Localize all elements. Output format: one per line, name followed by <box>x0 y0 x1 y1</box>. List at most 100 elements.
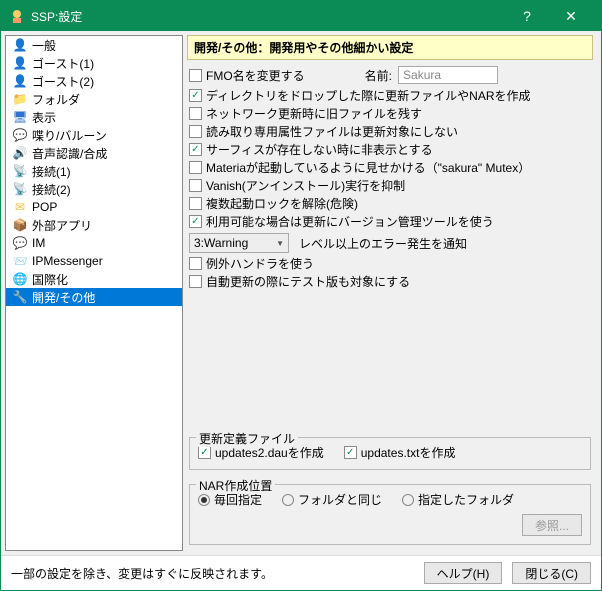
sidebar-item-4[interactable]: 🖥表示 <box>6 108 182 126</box>
sidebar-icon: 💬 <box>12 235 28 251</box>
sidebar-icon: 👤 <box>12 55 28 71</box>
select-value: 3:Warning <box>194 236 248 250</box>
checkbox[interactable] <box>189 257 202 270</box>
sidebar-label: ゴースト(2) <box>32 73 94 90</box>
sidebar-label: IM <box>32 236 45 250</box>
fmo-row: FMO名を変更する 名前: Sakura <box>189 66 591 84</box>
fmo-check-label: FMO名を変更する <box>206 67 305 84</box>
check-label: 自動更新の際にテスト版も対象にする <box>206 273 410 290</box>
sidebar-item-2[interactable]: 👤ゴースト(2) <box>6 72 182 90</box>
browse-button[interactable]: 参照... <box>522 514 582 536</box>
checkbox[interactable] <box>189 275 202 288</box>
sidebar-icon: 🌐 <box>12 271 28 287</box>
sidebar-item-5[interactable]: 💬喋り/バルーン <box>6 126 182 144</box>
sidebar-icon: 🔧 <box>12 289 28 305</box>
checkbox[interactable] <box>189 161 202 174</box>
sidebar-item-3[interactable]: 📁フォルダ <box>6 90 182 108</box>
fmo-name-label: 名前: <box>365 67 392 84</box>
sidebar-icon: 📨 <box>12 253 28 269</box>
update-legend: 更新定義ファイル <box>196 430 298 447</box>
bottom-note: 一部の設定を除き、変更はすぐに反映されます。 <box>11 565 424 582</box>
sidebar-item-13[interactable]: 🌐国際化 <box>6 270 182 288</box>
sidebar-item-7[interactable]: 📡接続(1) <box>6 162 182 180</box>
sidebar-icon: 📡 <box>12 181 28 197</box>
sidebar-label: フォルダ <box>32 91 80 108</box>
update-check: updates.txtを作成 <box>344 444 456 461</box>
checkbox[interactable] <box>189 143 202 156</box>
nar-fieldset: NAR作成位置 毎回指定フォルダと同じ指定したフォルダ 参照... <box>189 484 591 545</box>
sidebar-label: 接続(1) <box>32 163 71 180</box>
sidebar-label: IPMessenger <box>32 254 103 268</box>
error-level-select[interactable]: 3:Warning ▼ <box>189 233 289 253</box>
check-row: ネットワーク更新時に旧ファイルを残す <box>189 104 591 122</box>
sidebar-item-6[interactable]: 🔊音声認識/合成 <box>6 144 182 162</box>
radio[interactable] <box>198 494 210 506</box>
check-label: ネットワーク更新時に旧ファイルを残す <box>206 105 422 122</box>
sidebar-item-12[interactable]: 📨 IPMessenger <box>6 252 182 270</box>
sidebar-icon: ✉ <box>12 199 28 215</box>
settings-window: SSP:設定 ? ✕ 👤一般👤ゴースト(1)👤ゴースト(2)📁フォルダ🖥表示💬喋… <box>0 0 602 591</box>
checkbox[interactable] <box>189 89 202 102</box>
sidebar-label: 国際化 <box>32 271 68 288</box>
check-row: 例外ハンドラを使う <box>189 254 591 272</box>
check-row: 読み取り専用属性ファイルは更新対象にしない <box>189 122 591 140</box>
checkbox[interactable] <box>344 446 357 459</box>
sidebar-item-0[interactable]: 👤一般 <box>6 36 182 54</box>
checkbox[interactable] <box>198 446 211 459</box>
sidebar-label: 喋り/バルーン <box>32 127 107 144</box>
window-title: SSP:設定 <box>31 8 505 25</box>
check-label: updates.txtを作成 <box>361 444 456 461</box>
sidebar-label: ゴースト(1) <box>32 55 94 72</box>
help-btn[interactable]: ヘルプ(H) <box>424 562 503 584</box>
nar-radio-option: フォルダと同じ <box>282 491 382 508</box>
bottom-bar: 一部の設定を除き、変更はすぐに反映されます。 ヘルプ(H) 閉じる(C) <box>1 555 601 590</box>
update-fieldset: 更新定義ファイル updates2.dauを作成updates.txtを作成 <box>189 437 591 470</box>
check-row: Materiaが起動しているように見せかける（"sakura" Mutex） <box>189 158 591 176</box>
check-label: ディレクトリをドロップした際に更新ファイルやNARを作成 <box>206 87 531 104</box>
checkbox[interactable] <box>189 197 202 210</box>
level-label: レベル以上のエラー発生を通知 <box>299 235 467 252</box>
help-button[interactable]: ? <box>505 2 549 30</box>
sidebar-item-10[interactable]: 📦外部アプリ <box>6 216 182 234</box>
sidebar-label: 一般 <box>32 37 56 54</box>
check-label: 複数起動ロックを解除(危険) <box>206 195 358 212</box>
check-row: ディレクトリをドロップした際に更新ファイルやNARを作成 <box>189 86 591 104</box>
sidebar-icon: 📁 <box>12 91 28 107</box>
sidebar-icon: 🔊 <box>12 145 28 161</box>
nar-radio-option: 指定したフォルダ <box>402 491 514 508</box>
chevron-down-icon: ▼ <box>276 239 284 248</box>
checkbox[interactable] <box>189 215 202 228</box>
radio[interactable] <box>402 494 414 506</box>
checkbox[interactable] <box>189 107 202 120</box>
sidebar-icon: 📦 <box>12 217 28 233</box>
radio-label: フォルダと同じ <box>298 491 382 508</box>
nar-legend: NAR作成位置 <box>196 477 275 494</box>
level-row: 3:Warning ▼ レベル以上のエラー発生を通知 <box>189 234 591 252</box>
close-btn[interactable]: 閉じる(C) <box>512 562 591 584</box>
sidebar-label: 外部アプリ <box>32 217 92 234</box>
sidebar-icon: 🖥 <box>12 109 28 125</box>
sidebar-item-8[interactable]: 📡接続(2) <box>6 180 182 198</box>
sidebar-item-9[interactable]: ✉ POP <box>6 198 182 216</box>
form-body: FMO名を変更する 名前: Sakura ディレクトリをドロップした際に更新ファ… <box>187 60 593 551</box>
sidebar-item-14[interactable]: 🔧開発/その他 <box>6 288 182 306</box>
check-label: 例外ハンドラを使う <box>206 255 314 272</box>
sidebar-label: POP <box>32 200 57 214</box>
close-button[interactable]: ✕ <box>549 2 593 30</box>
sidebar-item-1[interactable]: 👤ゴースト(1) <box>6 54 182 72</box>
sidebar-label: 開発/その他 <box>32 289 95 306</box>
sidebar-icon: 👤 <box>12 73 28 89</box>
checkbox[interactable] <box>189 179 202 192</box>
titlebar: SSP:設定 ? ✕ <box>1 1 601 31</box>
check-label: サーフィスが存在しない時に非表示とする <box>206 141 433 158</box>
sidebar-icon: 💬 <box>12 127 28 143</box>
fmo-name-input[interactable]: Sakura <box>398 66 498 84</box>
fmo-checkbox[interactable] <box>189 69 202 82</box>
app-icon <box>9 8 25 24</box>
radio-label: 指定したフォルダ <box>418 491 514 508</box>
radio[interactable] <box>282 494 294 506</box>
check-label: Materiaが起動しているように見せかける（"sakura" Mutex） <box>206 159 530 176</box>
content-panel: 開発/その他：開発用やその他細かい設定 FMO名を変更する 名前: Sakura… <box>183 35 597 551</box>
checkbox[interactable] <box>189 125 202 138</box>
sidebar-item-11[interactable]: 💬 IM <box>6 234 182 252</box>
